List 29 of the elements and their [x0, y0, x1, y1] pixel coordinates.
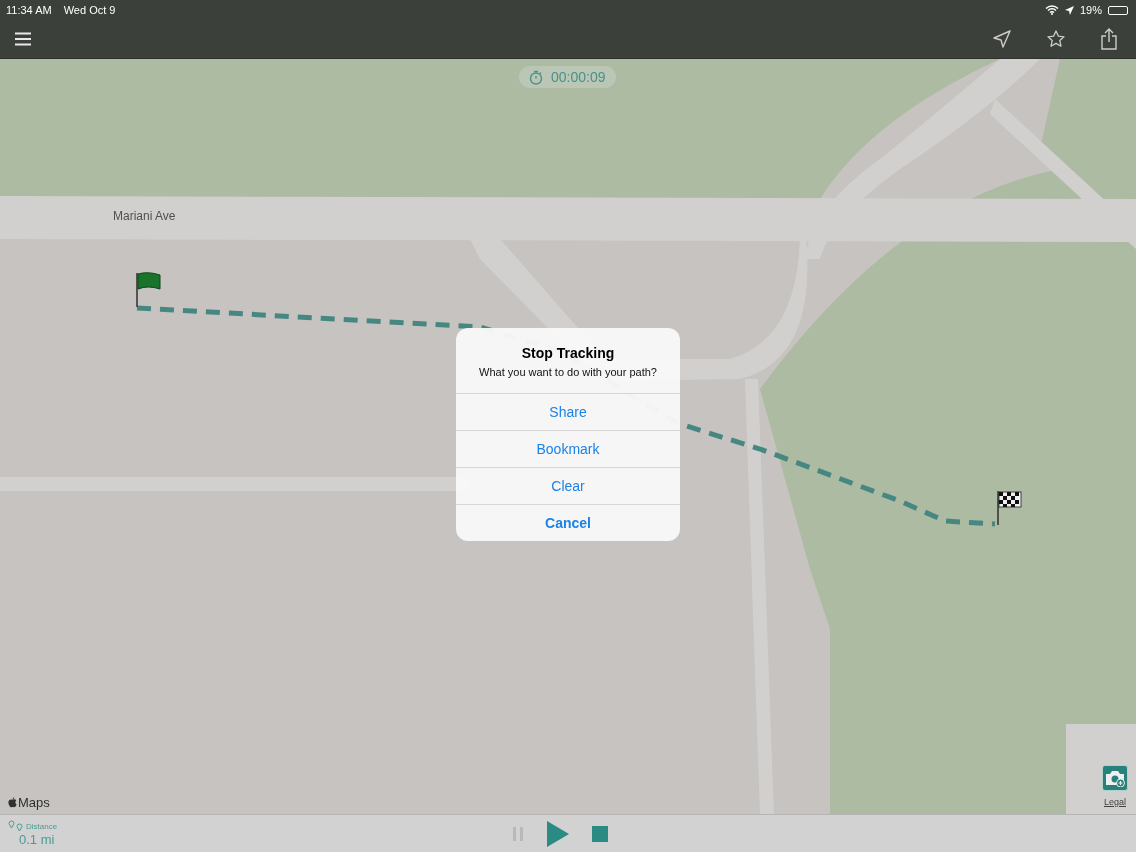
cancel-button[interactable]: Cancel	[456, 504, 680, 541]
menu-icon	[14, 32, 32, 46]
status-date: Wed Oct 9	[63, 4, 116, 16]
distance-label: Distance	[26, 821, 58, 831]
checkered-flag-icon	[995, 489, 1025, 527]
battery-icon	[1108, 5, 1128, 15]
location-arrow-icon	[1064, 5, 1074, 15]
apple-logo-icon	[8, 797, 17, 808]
navigation-arrow-icon	[992, 29, 1012, 49]
status-time: 11:34 AM	[6, 4, 52, 16]
start-flag-icon	[134, 271, 164, 309]
alert-title: Stop Tracking	[520, 345, 616, 361]
stop-button[interactable]	[590, 823, 610, 844]
alert-message: What you want to do with your path?	[478, 366, 658, 378]
add-photo-button[interactable]	[1102, 765, 1128, 791]
star-icon	[1046, 29, 1066, 49]
alert-action-button[interactable]: Share	[456, 393, 680, 430]
wifi-icon	[1044, 5, 1059, 15]
alert-action-button[interactable]: Bookmark	[456, 430, 680, 467]
street-label: Mariani Ave	[113, 209, 176, 223]
battery-percentage: 19%	[1079, 4, 1102, 16]
stopwatch-icon	[529, 69, 543, 85]
route-pins-icon	[8, 820, 24, 832]
distance-value: 0.1 mi	[19, 832, 56, 847]
maps-text: Maps	[18, 795, 50, 810]
timer-text: 00:00:09	[551, 69, 606, 85]
share-icon	[1100, 28, 1118, 50]
alert-action-button[interactable]: Clear	[456, 467, 680, 504]
legal-link[interactable]: Legal	[1104, 797, 1126, 807]
